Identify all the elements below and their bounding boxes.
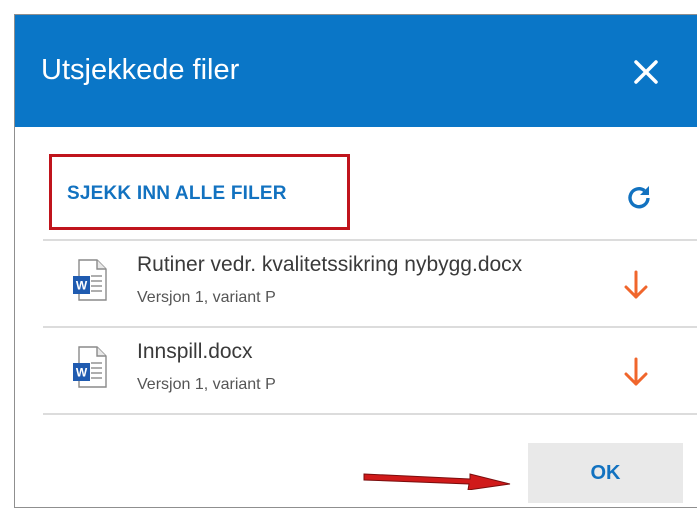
checkin-all-button[interactable]: SJEKK INN ALLE FILER	[67, 183, 287, 205]
file-name: Rutiner vedr. kvalitetssikring nybygg.do…	[137, 253, 523, 276]
svg-text:W: W	[76, 366, 88, 380]
dialog-title: Utsjekkede filer	[41, 54, 240, 86]
dialog-header: Utsjekkede filer	[15, 15, 697, 127]
checked-out-files-dialog: Utsjekkede filer SJEKK INN ALLE FILER W …	[14, 14, 697, 508]
file-version: Versjon 1, variant P	[137, 376, 276, 393]
ok-button[interactable]: OK	[528, 443, 683, 503]
file-name: Innspill.docx	[137, 340, 253, 363]
close-button[interactable]	[629, 55, 663, 89]
file-row[interactable]: W Rutiner vedr. kvalitetssikring nybygg.…	[43, 241, 697, 327]
file-row[interactable]: W Innspill.docx Versjon 1, variant P	[43, 328, 697, 414]
download-arrow-icon	[624, 270, 648, 299]
file-version: Versjon 1, variant P	[137, 289, 276, 306]
download-button[interactable]	[623, 269, 649, 301]
word-document-icon: W	[73, 346, 107, 388]
close-icon	[634, 60, 658, 84]
download-arrow-icon	[624, 357, 648, 386]
divider	[43, 413, 697, 415]
refresh-button[interactable]	[624, 183, 654, 213]
download-button[interactable]	[623, 356, 649, 388]
word-document-icon: W	[73, 259, 107, 301]
refresh-icon	[628, 186, 650, 209]
svg-text:W: W	[76, 279, 88, 293]
annotation-arrow-icon	[363, 473, 511, 490]
